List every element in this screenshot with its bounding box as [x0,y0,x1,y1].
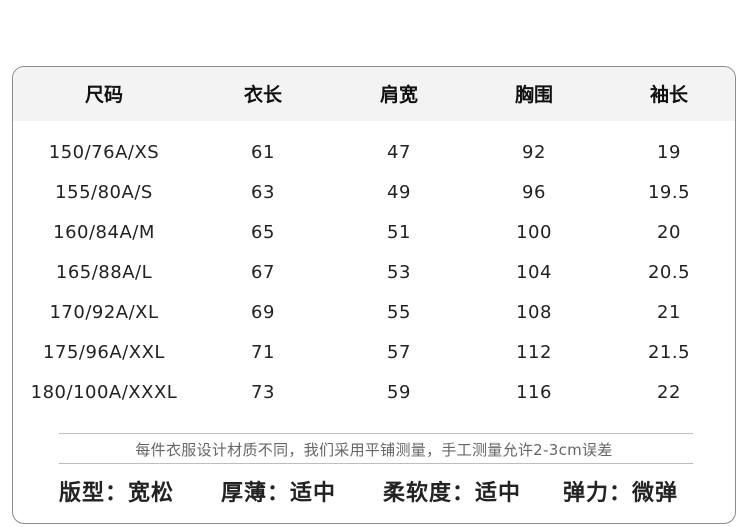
table-row: 160/84A/M 65 51 100 20 [13,221,735,261]
header-length: 衣长 [243,84,283,106]
cell-size: 175/96A/XXL [43,342,165,363]
cell-size: 155/80A/S [55,182,153,203]
cell-length: 63 [251,182,275,203]
cell-chest: 108 [516,302,552,323]
cell-shoulder: 47 [387,142,411,163]
cell-sleeve: 22 [657,382,681,403]
header-sleeve: 袖长 [649,84,689,106]
attr-softness: 柔软度：适中 [383,481,522,506]
cell-sleeve: 21.5 [647,342,691,363]
cell-length: 73 [251,382,275,403]
cell-chest: 116 [516,382,552,403]
size-chart-card: 尺码 衣长 肩宽 胸围 袖长 150/76A/XS 61 47 92 19 15… [12,66,736,524]
table-row: 175/96A/XXL 71 57 112 21.5 [13,341,735,381]
cell-length: 71 [251,342,275,363]
cell-chest: 96 [522,182,546,203]
cell-size: 150/76A/XS [48,142,160,163]
cell-sleeve: 19 [657,142,681,163]
cell-chest: 92 [522,142,546,163]
cell-length: 67 [251,262,275,283]
table-row: 155/80A/S 63 49 96 19.5 [13,181,735,221]
cell-size: 180/100A/XXXL [30,382,178,403]
table-header-row: 尺码 衣长 肩宽 胸围 袖长 [13,67,735,121]
cell-length: 65 [251,222,275,243]
cell-shoulder: 51 [387,222,411,243]
measurement-note: 每件衣服设计材质不同，我们采用平铺测量，手工测量允许2-3cm误差 [135,441,613,459]
cell-length: 61 [251,142,275,163]
table-row: 170/92A/XL 69 55 108 21 [13,301,735,341]
attr-elasticity: 弹力：微弹 [563,481,679,506]
cell-shoulder: 53 [387,262,411,283]
cell-sleeve: 20.5 [647,262,691,283]
cell-shoulder: 55 [387,302,411,323]
table-body: 150/76A/XS 61 47 92 19 155/80A/S 63 49 9… [13,141,735,421]
cell-length: 69 [251,302,275,323]
table-row: 150/76A/XS 61 47 92 19 [13,141,735,181]
cell-sleeve: 19.5 [647,182,691,203]
header-shoulder: 肩宽 [379,84,419,106]
cell-shoulder: 49 [387,182,411,203]
attr-thickness: 厚薄：适中 [221,481,337,506]
cell-sleeve: 21 [657,302,681,323]
cell-shoulder: 57 [387,342,411,363]
table-row: 165/88A/L 67 53 104 20.5 [13,261,735,301]
cell-size: 165/88A/L [55,262,153,283]
cell-size: 160/84A/M [53,222,155,243]
cell-chest: 104 [516,262,552,283]
table-row: 180/100A/XXXL 73 59 116 22 [13,381,735,421]
attr-fit: 版型：宽松 [59,481,175,506]
note-bottom-divider [59,463,693,464]
header-size: 尺码 [84,84,124,106]
cell-size: 170/92A/XL [49,302,159,323]
cell-chest: 100 [516,222,552,243]
cell-shoulder: 59 [387,382,411,403]
cell-sleeve: 20 [657,222,681,243]
header-chest: 胸围 [514,84,554,106]
note-top-divider [59,433,693,434]
cell-chest: 112 [516,342,552,363]
